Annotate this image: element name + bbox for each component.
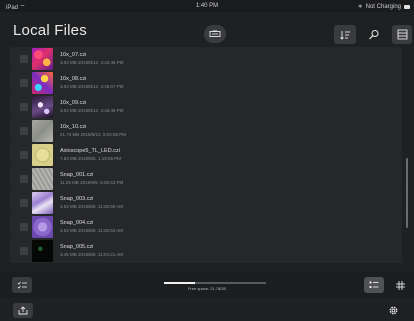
file-name: Axioscope5_TL_LED.czi — [60, 148, 120, 154]
grid-view-icon — [395, 280, 405, 290]
list-scrollbar[interactable] — [406, 158, 408, 228]
file-thumbnail — [32, 216, 53, 238]
file-name: Snap_003.czi — [60, 196, 94, 202]
search-icon — [369, 30, 379, 40]
file-meta: 3.03 MB 2019/8/12, 4:45:07 PM — [60, 84, 124, 89]
battery-status: ∗ Not Charging — [358, 3, 410, 10]
free-space-label: Free space: 21.78GB — [187, 286, 227, 291]
file-thumbnail — [32, 168, 53, 190]
list-view-button[interactable] — [364, 277, 384, 293]
row-checkbox[interactable] — [20, 103, 28, 111]
file-name: 10x_08.czi — [60, 76, 87, 82]
file-name: Snap_005.czi — [60, 244, 94, 250]
file-meta: 3.53 MB 2019/8/6, 11:20:53 AM — [60, 228, 123, 233]
file-name: 10x_10.czi — [60, 124, 87, 130]
file-row[interactable]: Axioscope5_TL_LED.czi 7.83 MB 2019/8/6, … — [10, 143, 402, 167]
file-thumbnail — [32, 240, 53, 262]
export-button[interactable] — [13, 303, 33, 318]
file-thumbnail — [32, 144, 53, 166]
free-space-used — [164, 281, 195, 284]
file-list[interactable]: 10x_07.czi 3.03 MB 2019/8/12, 4:42:45 PM… — [0, 46, 414, 271]
file-row[interactable]: 10x_09.czi 3.04 MB 2019/8/12, 4:46:49 PM — [10, 95, 402, 119]
file-row[interactable]: Snap_004.czi 3.53 MB 2019/8/6, 11:20:53 … — [10, 215, 402, 239]
bottom-action-bar — [0, 298, 414, 321]
camera-icon — [209, 30, 221, 37]
file-row[interactable]: 10x_08.czi 3.03 MB 2019/8/12, 4:45:07 PM — [10, 71, 402, 95]
file-thumbnail — [32, 96, 53, 118]
battery-text: Not Charging — [365, 3, 401, 10]
file-row[interactable]: Snap_005.czi 3.46 MB 2019/8/6, 11:04:21 … — [10, 239, 402, 263]
file-row[interactable]: Snap_001.czi 11.03 MB 2019/9/5, 5:08:43 … — [10, 167, 402, 191]
list-view-icon — [369, 281, 379, 288]
file-row[interactable]: 10x_10.czi 21.73 MB 2019/8/12, 5:04:58 P… — [10, 119, 402, 143]
row-checkbox[interactable] — [20, 247, 28, 255]
row-checkbox[interactable] — [20, 55, 28, 63]
file-meta: 3.53 MB 2019/8/6, 11:20:58 AM — [60, 204, 123, 209]
row-checkbox[interactable] — [20, 79, 28, 87]
file-row[interactable]: 10x_07.czi 3.03 MB 2019/8/12, 4:42:45 PM — [10, 47, 402, 71]
row-checkbox[interactable] — [20, 127, 28, 135]
archive-button[interactable] — [392, 25, 412, 44]
file-thumbnail — [32, 192, 53, 214]
file-name: Snap_004.czi — [60, 220, 94, 226]
file-thumbnail — [32, 120, 53, 142]
file-meta: 21.73 MB 2019/8/12, 5:04:58 PM — [60, 132, 127, 137]
grid-view-button[interactable] — [392, 277, 408, 293]
gear-icon — [389, 306, 397, 314]
export-icon — [18, 306, 28, 315]
row-checkbox[interactable] — [20, 175, 28, 183]
archive-icon — [397, 29, 407, 40]
sort-button[interactable] — [334, 25, 356, 44]
camera-button[interactable] — [204, 25, 226, 43]
row-checkbox[interactable] — [20, 151, 28, 159]
file-name: Snap_001.czi — [60, 172, 94, 178]
file-meta: 3.03 MB 2019/8/12, 4:42:45 PM — [60, 60, 124, 65]
file-meta: 11.03 MB 2019/9/5, 5:08:43 PM — [60, 180, 124, 185]
search-button[interactable] — [363, 25, 385, 44]
file-name: 10x_09.czi — [60, 100, 87, 106]
bluetooth-icon: ∗ — [357, 4, 363, 10]
page-title: Local Files — [13, 22, 87, 39]
file-name: 10x_07.czi — [60, 52, 87, 58]
file-meta: 3.04 MB 2019/8/12, 4:46:49 PM — [60, 108, 124, 113]
file-meta: 3.46 MB 2019/8/6, 11:04:21 AM — [60, 252, 123, 257]
row-checkbox[interactable] — [20, 199, 28, 207]
file-meta: 7.83 MB 2019/8/6, 1:19:55 PM — [60, 156, 122, 161]
status-time: 1:40 PM — [195, 3, 219, 9]
settings-button[interactable] — [385, 302, 401, 318]
status-bar: iPad ⌔ 1:40 PM ∗ Not Charging — [0, 0, 414, 12]
file-thumbnail — [32, 72, 53, 94]
row-checkbox[interactable] — [20, 223, 28, 231]
file-thumbnail — [32, 48, 53, 70]
battery-icon — [404, 4, 410, 9]
sort-icon — [340, 30, 350, 40]
file-row[interactable]: Snap_003.czi 3.53 MB 2019/8/6, 11:20:58 … — [10, 191, 402, 215]
bottom-toolbar: Free space: 21.78GB — [0, 271, 414, 298]
